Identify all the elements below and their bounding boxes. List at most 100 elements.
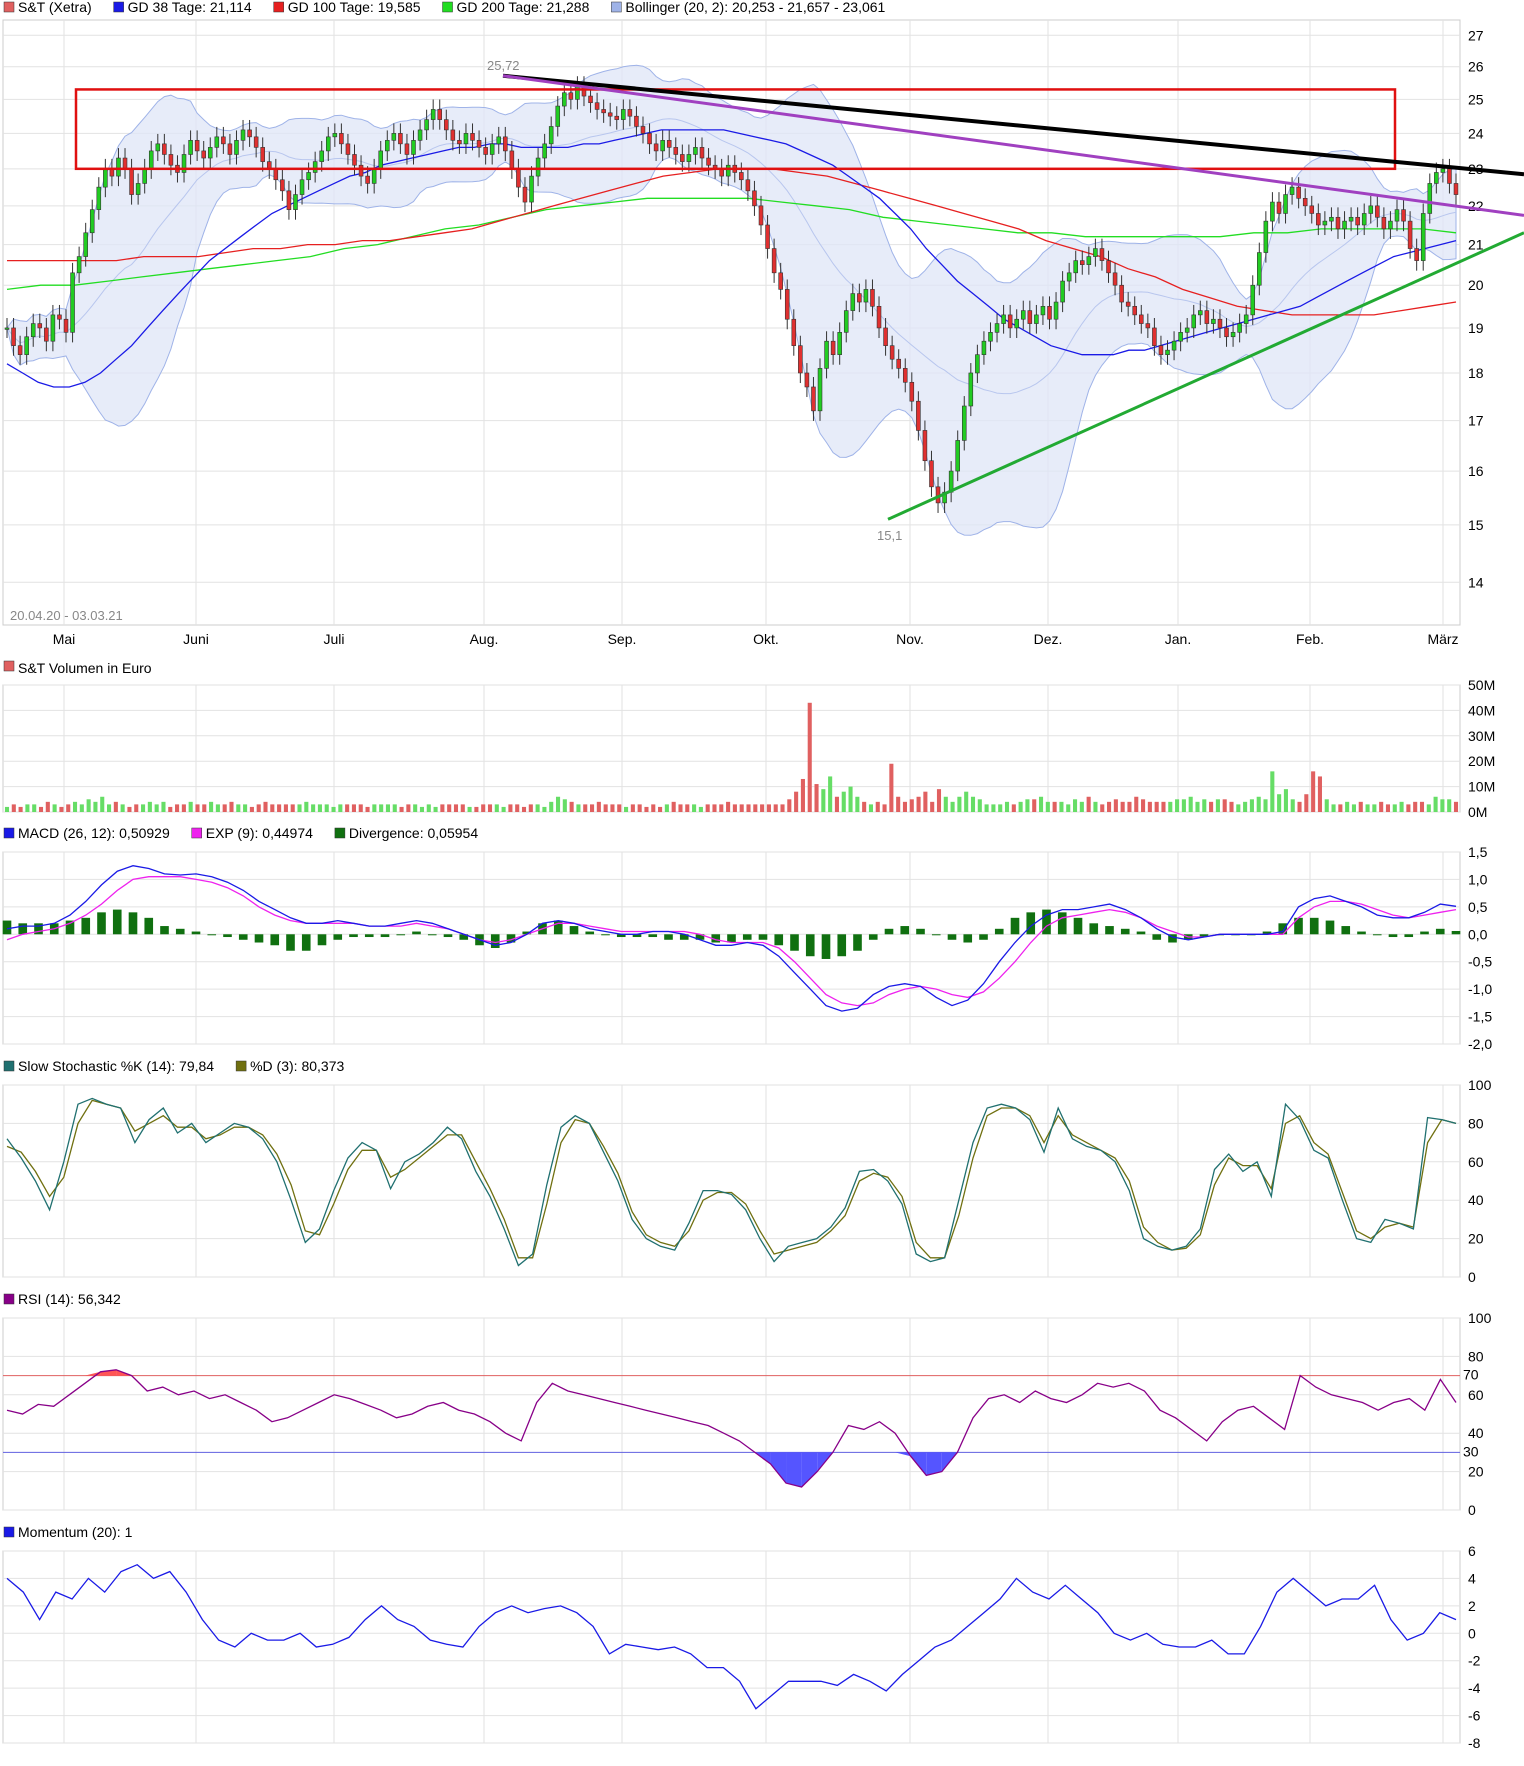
volume-bar	[1045, 801, 1050, 812]
volume-bar	[1372, 804, 1377, 812]
macd-divergence-bar	[128, 912, 138, 935]
candle-body	[1034, 314, 1039, 324]
volume-bar	[589, 804, 595, 812]
candle-body	[1322, 220, 1328, 226]
volume-bar	[311, 804, 316, 812]
volume-bar	[692, 804, 697, 812]
macd-divergence-bar	[931, 934, 941, 936]
candle-body	[1178, 332, 1183, 342]
candle-body	[273, 168, 279, 181]
candle-body	[1355, 216, 1360, 226]
candle-body	[378, 150, 383, 170]
candle-body	[339, 133, 344, 145]
candle-body	[548, 126, 554, 145]
candle-body	[863, 289, 869, 303]
stochastic-legend-swatch-1	[235, 1060, 247, 1072]
volume-bar	[419, 806, 425, 812]
rsi-oversold-fill	[786, 1452, 802, 1487]
candle-body	[306, 172, 311, 181]
volume-bar	[923, 791, 928, 812]
momentum-frame	[2, 1550, 1461, 1744]
macd-divergence-bar	[648, 934, 658, 938]
volume-bar	[38, 806, 44, 812]
volume-bar	[1406, 804, 1411, 812]
candle-body	[332, 133, 338, 138]
macd-divergence-bar	[900, 926, 910, 935]
volume-bar	[385, 804, 391, 812]
momentum-ytick-7: -8	[1468, 1735, 1481, 1751]
volume-bar	[1379, 801, 1384, 812]
candle-body	[319, 150, 324, 162]
candle-body	[1361, 213, 1367, 226]
macd-divergence-bar	[160, 926, 169, 935]
volume-bar	[1093, 801, 1098, 812]
candle-body	[1250, 284, 1256, 316]
volume-bar	[549, 801, 554, 812]
volume-bar	[1447, 799, 1452, 812]
volume-bar	[467, 806, 472, 812]
price-ytick-12: 26	[1468, 59, 1484, 75]
stochastic-ytick-1: 20	[1468, 1231, 1484, 1247]
volume-bar	[1440, 799, 1445, 812]
volume-ytick-1: 10M	[1468, 779, 1495, 795]
candle-body	[247, 129, 252, 138]
volume-bar	[1107, 801, 1112, 812]
volume-bar	[1297, 801, 1302, 812]
volume-bar	[1358, 801, 1363, 812]
candle-body	[955, 440, 960, 472]
candle-body	[1086, 256, 1092, 265]
candle-body	[1020, 310, 1026, 320]
macd-divergence-bar	[727, 934, 736, 943]
price-date-range: 20.04.20 - 03.03.21	[10, 608, 123, 623]
candle-body	[135, 183, 141, 195]
candle-body	[739, 172, 744, 181]
price-xtick-10: März	[1427, 631, 1458, 647]
candle-body	[988, 332, 993, 342]
macd-divergence-bar	[333, 934, 343, 940]
candle-body	[1093, 248, 1098, 257]
macd-divergence-bar	[97, 912, 106, 935]
candle-body	[1401, 209, 1406, 222]
rsi-ref-70: 70	[1463, 1367, 1479, 1383]
candle-body	[1014, 318, 1019, 329]
volume-bar	[181, 804, 186, 812]
volume-bar	[141, 804, 146, 812]
candle-body	[647, 133, 652, 145]
price-ytick-13: 27	[1468, 27, 1484, 43]
macd-legend-swatch-1	[191, 827, 202, 839]
volume-bar	[712, 804, 717, 812]
candle-body	[1263, 220, 1269, 253]
rsi-frame	[2, 1317, 1461, 1511]
candle-body	[214, 136, 220, 148]
macd-divergence-bar	[223, 934, 232, 938]
volume-bar	[453, 804, 459, 812]
price-xtick-1: Juni	[183, 631, 209, 647]
candle-body	[758, 205, 764, 226]
volume-bar	[583, 804, 588, 812]
candle-body	[1348, 216, 1354, 222]
volume-bar	[787, 799, 792, 812]
candle-body	[417, 129, 423, 141]
volume-bar	[943, 796, 948, 812]
candle-body	[24, 336, 29, 355]
candle-body	[765, 224, 770, 249]
stochastic-ytick-0: 0	[1468, 1269, 1476, 1285]
candle-body	[326, 136, 331, 152]
volume-bar	[868, 804, 874, 812]
volume-bar	[25, 804, 30, 812]
candle-body	[253, 136, 259, 148]
volume-bar	[671, 801, 676, 812]
volume-bar	[1113, 799, 1118, 812]
price-ytick-11: 25	[1468, 91, 1484, 107]
candle-body	[850, 293, 856, 311]
candle-body	[293, 194, 298, 210]
candle-body	[1047, 306, 1052, 320]
candle-body	[660, 140, 665, 152]
volume-bar	[1385, 804, 1391, 812]
volume-bar	[685, 804, 690, 812]
volume-bar	[188, 801, 193, 812]
macd-divergence-bar	[1451, 930, 1461, 935]
volume-bar	[304, 801, 309, 812]
volume-bar	[11, 804, 16, 812]
volume-bar	[555, 796, 561, 812]
